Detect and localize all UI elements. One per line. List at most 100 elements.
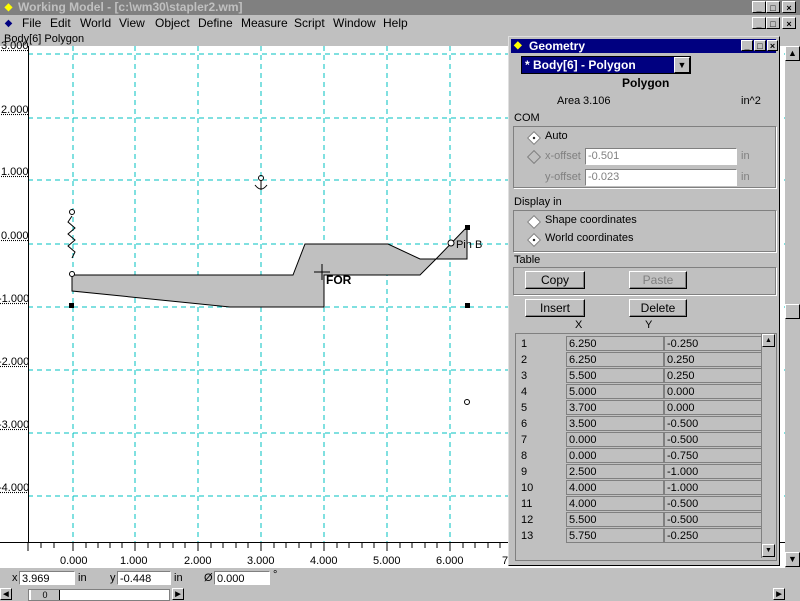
yoffset-field[interactable]: -0.023 xyxy=(585,169,737,186)
menu-object[interactable]: Object xyxy=(155,16,190,31)
doc-minimize-button[interactable]: _ xyxy=(752,17,766,29)
selection-handle[interactable] xyxy=(465,225,470,230)
y-cell[interactable]: -0.750 xyxy=(664,448,762,463)
insert-button[interactable]: Insert xyxy=(525,299,585,317)
close-button[interactable]: × xyxy=(782,1,796,13)
yoffset-label: y-offset xyxy=(545,171,581,183)
menu-script[interactable]: Script xyxy=(294,16,325,31)
table-row[interactable]: 6 3.500 -0.500 xyxy=(516,416,762,432)
x-cell[interactable]: 3.500 xyxy=(566,416,664,431)
y-cell[interactable]: 0.000 xyxy=(664,400,762,415)
menu-file[interactable]: File xyxy=(22,16,41,31)
row-index: 11 xyxy=(521,496,532,512)
y-cell[interactable]: -0.250 xyxy=(664,336,762,351)
x-cell[interactable]: 2.500 xyxy=(566,464,664,479)
point-element[interactable] xyxy=(465,400,470,405)
zoom-slider-thumb[interactable]: 0 xyxy=(31,590,60,600)
delete-button[interactable]: Delete xyxy=(629,299,687,317)
geometry-window[interactable]: ◆ Geometry _ □ × * Body[6] - Polygon ▼ P… xyxy=(508,36,780,566)
table-row[interactable]: 8 0.000 -0.750 xyxy=(516,448,762,464)
table-scroll-up-arrow-icon[interactable]: ▲ xyxy=(762,334,775,347)
x-cell[interactable]: 5.750 xyxy=(566,528,664,543)
anchor-icon[interactable] xyxy=(255,176,267,191)
table-scrollbar[interactable]: ▲ ▼ xyxy=(761,334,775,558)
rotation-field[interactable]: 0.000 xyxy=(214,571,270,585)
spring-element[interactable] xyxy=(68,210,75,277)
paste-button[interactable]: Paste xyxy=(629,271,687,289)
geometry-title-bar[interactable]: ◆ Geometry _ □ × xyxy=(511,39,776,53)
x-cell[interactable]: 3.700 xyxy=(566,400,664,415)
x-cell[interactable]: 4.000 xyxy=(566,480,664,495)
selection-handle[interactable] xyxy=(69,303,74,308)
table-scroll-down-arrow-icon[interactable]: ▼ xyxy=(762,544,775,557)
table-row[interactable]: 2 6.250 0.250 xyxy=(516,352,762,368)
y-cell[interactable]: -0.500 xyxy=(664,432,762,447)
vertex-table[interactable]: 1 6.250 -0.250 2 6.250 0.250 3 5.500 0.250 4 5.… xyxy=(515,333,777,561)
table-row[interactable]: 3 5.500 0.250 xyxy=(516,368,762,384)
app-icon[interactable]: ◆ xyxy=(2,1,15,14)
y-cell[interactable]: -0.500 xyxy=(664,496,762,511)
y-cell[interactable]: -1.000 xyxy=(664,464,762,479)
y-cell[interactable]: -0.500 xyxy=(664,416,762,431)
x-cell[interactable]: 5.500 xyxy=(566,512,664,527)
y-cell[interactable]: 0.000 xyxy=(664,384,762,399)
y-cell[interactable]: 0.250 xyxy=(664,352,762,367)
menu-window[interactable]: Window xyxy=(333,16,376,31)
x-coord-field[interactable]: 3.969 xyxy=(19,571,75,585)
x-cell[interactable]: 6.250 xyxy=(566,336,664,351)
table-row[interactable]: 11 4.000 -0.500 xyxy=(516,496,762,512)
selection-handle[interactable] xyxy=(465,303,470,308)
table-row[interactable]: 7 0.000 -0.500 xyxy=(516,432,762,448)
body-select[interactable]: * Body[6] - Polygon ▼ xyxy=(521,56,691,74)
menu-world[interactable]: World xyxy=(80,16,111,31)
table-row[interactable]: 10 4.000 -1.000 xyxy=(516,480,762,496)
geometry-close-button[interactable]: × xyxy=(767,40,778,51)
table-row[interactable]: 12 5.500 -0.500 xyxy=(516,512,762,528)
scroll-thumb[interactable] xyxy=(785,304,800,319)
x-cell[interactable]: 0.000 xyxy=(566,432,664,447)
menu-measure[interactable]: Measure xyxy=(241,16,288,31)
table-row[interactable]: 13 5.750 -0.250 xyxy=(516,528,762,544)
pin-point[interactable] xyxy=(448,240,454,246)
chevron-down-icon[interactable]: ▼ xyxy=(674,57,690,73)
x-cell[interactable]: 5.000 xyxy=(566,384,664,399)
menu-help[interactable]: Help xyxy=(383,16,408,31)
y-cell[interactable]: 0.250 xyxy=(664,368,762,383)
app-title-bar[interactable]: ◆ Working Model - [c:\wm30\stapler2.wm] … xyxy=(0,0,800,15)
scroll-right-end-arrow-icon[interactable]: ▶ xyxy=(773,588,785,600)
y-cell[interactable]: -1.000 xyxy=(664,480,762,495)
menu-view[interactable]: View xyxy=(119,16,145,31)
minimize-button[interactable]: _ xyxy=(752,1,766,13)
horizontal-scrollbar[interactable]: ◀ 0 ▶ ▶ xyxy=(0,588,800,600)
y-cell[interactable]: -0.250 xyxy=(664,528,762,543)
x-cell[interactable]: 0.000 xyxy=(566,448,664,463)
scroll-left-arrow-icon[interactable]: ◀ xyxy=(0,588,12,600)
scroll-down-arrow-icon[interactable]: ▼ xyxy=(785,552,800,567)
scroll-up-arrow-icon[interactable]: ▲ xyxy=(785,46,800,61)
polygon-body[interactable] xyxy=(72,227,467,307)
row-index: 1 xyxy=(521,336,527,352)
maximize-button[interactable]: □ xyxy=(766,1,780,13)
doc-restore-button[interactable]: □ xyxy=(766,17,780,29)
geometry-maximize-button[interactable]: □ xyxy=(754,40,766,51)
table-row[interactable]: 5 3.700 0.000 xyxy=(516,400,762,416)
table-row[interactable]: 1 6.250 -0.250 xyxy=(516,336,762,352)
x-cell[interactable]: 5.500 xyxy=(566,368,664,383)
doc-close-button[interactable]: × xyxy=(782,17,796,29)
table-row[interactable]: 4 5.000 0.000 xyxy=(516,384,762,400)
y-cell[interactable]: -0.500 xyxy=(664,512,762,527)
x-cell[interactable]: 4.000 xyxy=(566,496,664,511)
xoffset-field[interactable]: -0.501 xyxy=(585,148,737,165)
x-cell[interactable]: 6.250 xyxy=(566,352,664,367)
table-row[interactable]: 9 2.500 -1.000 xyxy=(516,464,762,480)
zoom-slider[interactable]: 0 xyxy=(28,589,170,601)
document-icon[interactable]: ◆ xyxy=(2,17,15,30)
menu-define[interactable]: Define xyxy=(198,16,233,31)
geometry-minimize-button[interactable]: _ xyxy=(741,40,753,51)
vertical-scrollbar[interactable]: ▲ ▼ xyxy=(785,46,800,568)
copy-button[interactable]: Copy xyxy=(525,271,585,289)
menu-edit[interactable]: Edit xyxy=(50,16,71,31)
y-coord-field[interactable]: -0.448 xyxy=(117,571,171,585)
row-index: 10 xyxy=(521,480,533,496)
scroll-right-arrow-icon[interactable]: ▶ xyxy=(172,588,184,600)
